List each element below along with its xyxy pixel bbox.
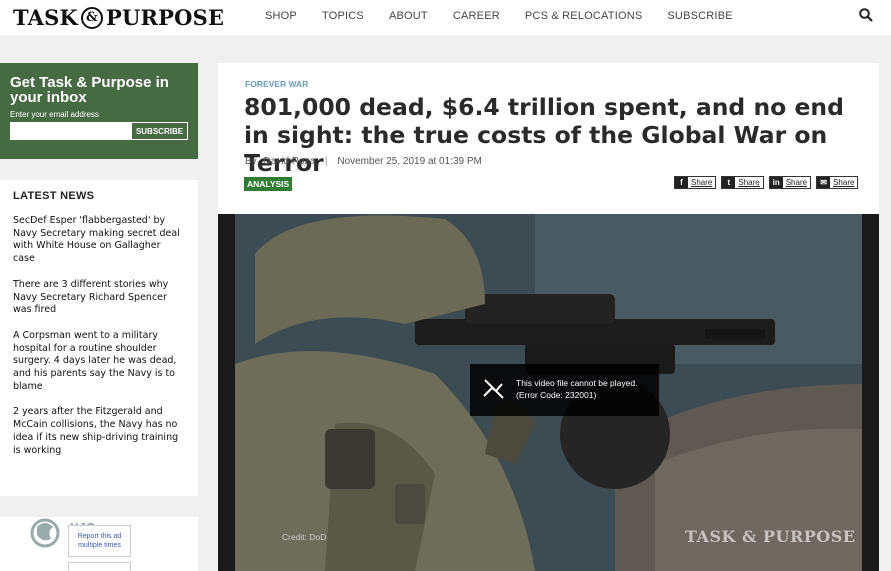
nav-pcs-relocations[interactable]: PCS & RELOCATIONS — [525, 10, 643, 22]
article-byline: By David Roza | November 25, 2019 at 01:… — [245, 156, 482, 167]
latest-news: LATEST NEWS SecDef Esper 'flabbergasted'… — [0, 180, 198, 496]
byline-date: November 25, 2019 at 01:39 PM — [337, 156, 482, 167]
latest-news-item[interactable]: 2 years after the Fitzgerald and McCain … — [13, 406, 185, 457]
share-facebook-button[interactable]: f Share — [674, 176, 717, 189]
nav-subscribe[interactable]: SUBSCRIBE — [667, 10, 732, 22]
share-twitter-button[interactable]: t Share — [721, 176, 764, 189]
share-bar: f Share t Share in Share ✉ Share — [674, 176, 863, 189]
article: FOREVER WAR 801,000 dead, $6.4 trillion … — [218, 63, 879, 571]
site-header: TASK & PURPOSE SHOP TOPICS ABOUT CAREER … — [0, 0, 891, 35]
linkedin-icon: in — [769, 177, 783, 188]
logo-ampersand: & — [81, 6, 103, 29]
logo-task: TASK — [13, 5, 78, 30]
share-label: Share — [785, 178, 808, 187]
latest-news-item[interactable]: There are 3 different stories why Navy S… — [13, 279, 185, 317]
twitter-icon: t — [722, 177, 736, 188]
nav-shop[interactable]: SHOP — [265, 10, 297, 22]
yjc-watermark-icon — [30, 518, 60, 548]
nav-topics[interactable]: TOPICS — [322, 10, 364, 22]
nav-about[interactable]: ABOUT — [389, 10, 428, 22]
logo-purpose: PURPOSE — [106, 5, 225, 30]
site-logo[interactable]: TASK & PURPOSE — [13, 5, 224, 30]
report-ad-button[interactable]: Report this ad multiple times — [68, 525, 131, 557]
share-linkedin-button[interactable]: in Share — [768, 176, 812, 189]
latest-news-title: LATEST NEWS — [13, 190, 95, 202]
byline-author[interactable]: David Roza — [263, 156, 315, 167]
newsletter-form: SUBSCRIBE — [10, 122, 188, 140]
newsletter-email-label: Enter your email address — [10, 110, 99, 119]
email-icon: ✉ — [817, 177, 831, 188]
video-frame[interactable]: This video file cannot be played. (Error… — [235, 214, 862, 571]
article-category[interactable]: FOREVER WAR — [245, 79, 308, 89]
newsletter-title: Get Task & Purpose in your inbox — [10, 74, 169, 106]
share-label: Share — [833, 178, 855, 187]
byline-prefix: By — [245, 156, 257, 167]
byline-separator: | — [324, 156, 328, 167]
video-error-line-1: This video file cannot be played. — [516, 378, 638, 388]
latest-news-item[interactable]: A Corpsman went to a military hospital f… — [13, 330, 185, 394]
video-player[interactable]: This video file cannot be played. (Error… — [218, 214, 879, 571]
article-tag-analysis[interactable]: ANALYSIS — [244, 177, 293, 191]
nav-career[interactable]: CAREER — [453, 10, 500, 22]
share-email-button[interactable]: ✉ Share — [816, 176, 859, 189]
main-nav: SHOP TOPICS ABOUT CAREER PCS & RELOCATIO… — [265, 10, 758, 22]
video-unavailable-icon — [483, 379, 504, 399]
share-label: Share — [738, 178, 760, 187]
facebook-icon: f — [675, 177, 688, 188]
newsletter-subscribe-button[interactable]: SUBSCRIBE — [131, 122, 188, 140]
newsletter-signup: Get Task & Purpose in your inbox Enter y… — [0, 63, 198, 159]
newsletter-email-input[interactable] — [10, 122, 131, 140]
video-error-line-2: (Error Code: 232001) — [516, 390, 597, 400]
video-credit: Credit: DoD — [282, 532, 327, 542]
search-icon[interactable] — [859, 8, 873, 22]
latest-news-item[interactable]: SecDef Esper 'flabbergasted' by Navy Sec… — [13, 215, 185, 266]
video-error-message: This video file cannot be played. (Error… — [470, 364, 659, 416]
ad-secondary-box — [68, 562, 131, 571]
share-label: Share — [691, 178, 713, 187]
video-watermark: TASK & PURPOSE — [685, 527, 856, 546]
